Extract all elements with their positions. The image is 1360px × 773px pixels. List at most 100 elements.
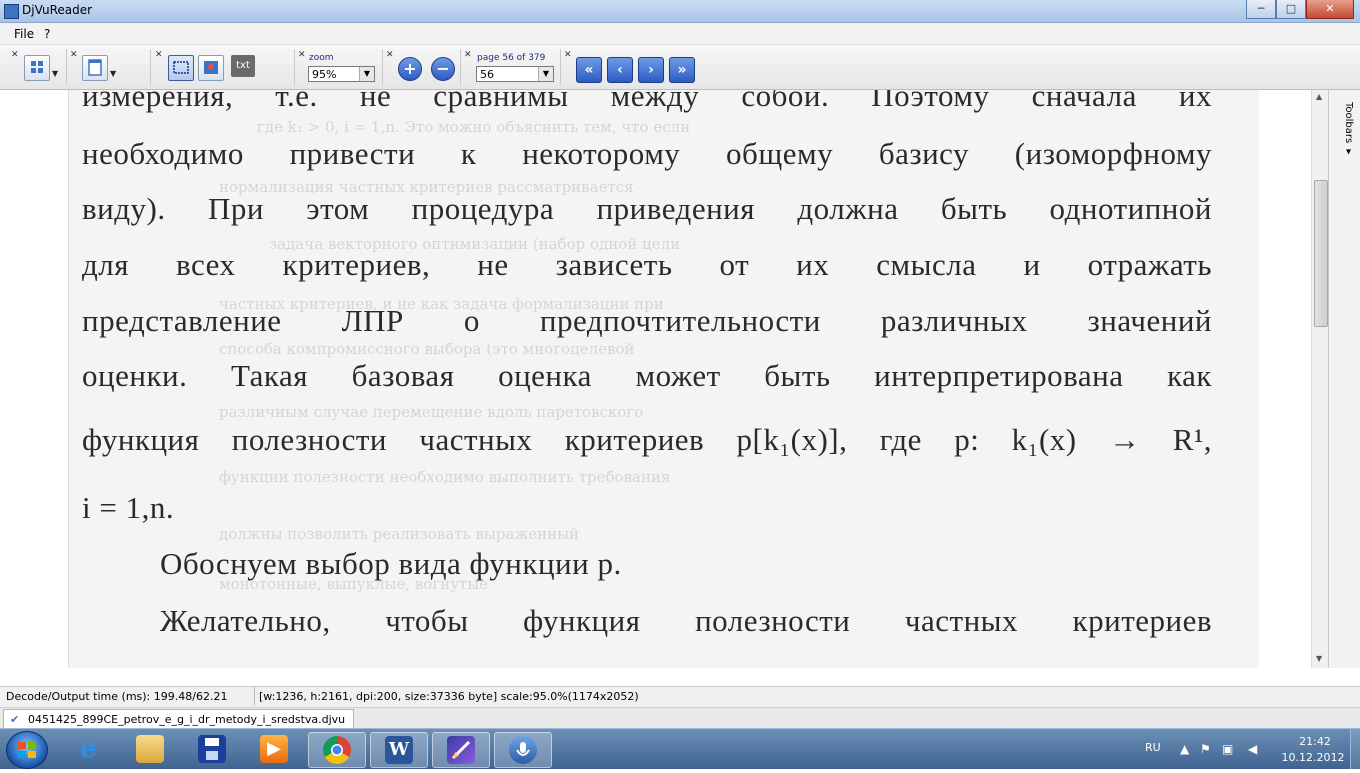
taskbar-app-djvu-reader[interactable] bbox=[432, 732, 490, 768]
clock-time[interactable]: 21:42 bbox=[1290, 735, 1340, 748]
document-info: [w:1236, h:2161, dpi:200, size:37336 byt… bbox=[254, 687, 639, 705]
document-text-line: Желательно, чтобы функция полезности час… bbox=[160, 603, 1212, 638]
windows-logo-icon bbox=[18, 742, 36, 758]
toolbars-tab[interactable]: Toolbars ▾ bbox=[1336, 102, 1354, 172]
toolbar-separator bbox=[66, 49, 67, 85]
toolbar-separator bbox=[150, 49, 151, 85]
close-button[interactable]: ✕ bbox=[1306, 0, 1354, 19]
toolbar-separator bbox=[382, 49, 383, 85]
chevron-down-icon[interactable]: ▼ bbox=[110, 69, 116, 78]
menu-file[interactable]: File bbox=[14, 27, 34, 41]
toolbar-close-icon[interactable]: ✕ bbox=[464, 50, 472, 60]
scroll-up-icon[interactable]: ▲ bbox=[1316, 92, 1322, 101]
toolbar-close-icon[interactable]: ✕ bbox=[298, 50, 306, 60]
app-icon bbox=[4, 4, 19, 19]
side-panel: Toolbars ▾ bbox=[1328, 90, 1360, 668]
maximize-button[interactable]: □ bbox=[1276, 0, 1306, 19]
layout-button[interactable] bbox=[24, 55, 50, 81]
page-label: page 56 of 379 bbox=[477, 53, 546, 63]
selection-icon bbox=[173, 61, 189, 74]
document-text-line: i = 1,n. bbox=[82, 490, 175, 525]
zoom-out-button[interactable]: − bbox=[431, 57, 455, 81]
zoom-select[interactable]: 95% ▼ bbox=[308, 66, 375, 82]
toolbar-close-icon[interactable]: ✕ bbox=[386, 50, 394, 60]
bleed-text: где k₁ > 0, i = 1,n. Это можно объяснить… bbox=[257, 118, 691, 136]
document-tab[interactable]: ✔ 0451425_899CE_petrov_e_g_i_dr_metody_i… bbox=[3, 709, 355, 729]
prev-page-button[interactable]: ‹ bbox=[607, 57, 633, 83]
document-text-line: для всех критериев, не зависеть от их см… bbox=[82, 247, 1212, 282]
page-select[interactable]: 56 ▼ bbox=[476, 66, 554, 82]
microphone-icon bbox=[509, 736, 537, 764]
minimize-button[interactable]: ─ bbox=[1246, 0, 1276, 19]
zoom-in-button[interactable]: + bbox=[398, 57, 422, 81]
title-bar: DjVuReader ─ □ ✕ bbox=[0, 0, 1360, 23]
decode-time: Decode/Output time (ms): 199.48/62.21 bbox=[6, 690, 228, 703]
toolbar: ✕ ▼ ✕ ▼ ✕ txt ✕ zoom 95% ▼ ✕ + − ✕ page … bbox=[0, 45, 1360, 90]
taskbar-app-chrome[interactable] bbox=[308, 732, 366, 768]
document-text-line: оценки. Такая базовая оценка может быть … bbox=[82, 358, 1212, 393]
chevron-down-icon[interactable]: ▼ bbox=[538, 67, 553, 81]
taskbar: e ▶ W RU ▲ ⚑ ▣ ◀ 21:42 10.12.2012 bbox=[0, 728, 1360, 769]
document-viewer[interactable]: где k₁ > 0, i = 1,n. Это можно объяснить… bbox=[0, 90, 1328, 668]
first-page-button[interactable]: « bbox=[576, 57, 602, 83]
document-text-line: представление ЛПР о предпочтительности р… bbox=[82, 303, 1212, 338]
bleed-text: способа компромиссного выбора (это много… bbox=[219, 340, 635, 358]
taskbar-app-word[interactable]: W bbox=[370, 732, 428, 768]
document-text-line: необходимо привести к некоторому общему … bbox=[82, 136, 1212, 171]
action-center-flag-icon[interactable]: ⚑ bbox=[1200, 742, 1211, 756]
start-button[interactable] bbox=[6, 731, 48, 769]
status-bar: Decode/Output time (ms): 199.48/62.21 [w… bbox=[0, 686, 1360, 707]
toolbar-close-icon[interactable]: ✕ bbox=[11, 50, 19, 60]
document-tab-bar: ✔ 0451425_899CE_petrov_e_g_i_dr_metody_i… bbox=[0, 707, 1360, 729]
chevron-down-icon[interactable]: ▼ bbox=[52, 69, 58, 78]
select-region-button[interactable] bbox=[168, 55, 194, 81]
menu-help[interactable]: ? bbox=[44, 27, 50, 41]
grid-layout-icon bbox=[31, 61, 43, 73]
menu-bar: File ? bbox=[0, 23, 1360, 45]
language-indicator[interactable]: RU bbox=[1145, 741, 1161, 754]
chrome-icon bbox=[323, 736, 351, 764]
floppy-disk-icon bbox=[198, 735, 226, 763]
toolbar-close-icon[interactable]: ✕ bbox=[70, 50, 78, 60]
internet-explorer-icon: e bbox=[79, 734, 97, 764]
bleed-text: должны позволить реализовать выраженный bbox=[219, 525, 580, 543]
scrollbar-thumb[interactable] bbox=[1314, 180, 1328, 327]
document-text-line: функция полезности частных критериев p[k… bbox=[82, 422, 1212, 457]
last-page-button[interactable]: » bbox=[669, 57, 695, 83]
taskbar-app-media-player[interactable]: ▶ bbox=[246, 732, 302, 766]
next-page-button[interactable]: › bbox=[638, 57, 664, 83]
zoom-label: zoom bbox=[309, 53, 334, 63]
taskbar-app-file-explorer[interactable] bbox=[122, 732, 178, 766]
clock-date[interactable]: 10.12.2012 bbox=[1276, 751, 1350, 764]
document-text-line: виду). При этом процедура приведения дол… bbox=[82, 191, 1212, 226]
play-icon: ▶ bbox=[260, 735, 288, 763]
taskbar-app-internet-explorer[interactable]: e bbox=[60, 732, 116, 766]
folder-icon bbox=[136, 735, 164, 763]
word-icon: W bbox=[385, 736, 413, 764]
window-controls: ─ □ ✕ bbox=[1246, 0, 1354, 19]
tray-expand-icon[interactable]: ▲ bbox=[1180, 742, 1189, 756]
bleed-text: функции полезности необходимо выполнить … bbox=[219, 468, 671, 486]
image-icon bbox=[204, 61, 218, 74]
scroll-down-icon[interactable]: ▼ bbox=[1316, 654, 1322, 663]
page-value: 56 bbox=[480, 68, 494, 81]
network-icon[interactable]: ▣ bbox=[1222, 742, 1233, 756]
volume-icon[interactable]: ◀ bbox=[1248, 742, 1257, 756]
taskbar-app-speech[interactable] bbox=[494, 732, 552, 768]
text-mode-button[interactable]: txt bbox=[231, 55, 255, 77]
page-icon bbox=[88, 59, 102, 76]
vertical-scrollbar[interactable]: ▲ ▼ bbox=[1311, 90, 1328, 668]
djvu-reader-icon bbox=[447, 736, 475, 764]
taskbar-app-save-disk[interactable] bbox=[184, 732, 240, 766]
checkmark-icon: ✔ bbox=[10, 713, 20, 726]
document-tab-label: 0451425_899CE_petrov_e_g_i_dr_metody_i_s… bbox=[28, 713, 346, 726]
show-desktop-button[interactable] bbox=[1350, 729, 1360, 769]
chevron-down-icon[interactable]: ▼ bbox=[359, 67, 374, 81]
toolbar-separator bbox=[294, 49, 295, 85]
window-title: DjVuReader bbox=[22, 3, 93, 17]
toolbar-close-icon[interactable]: ✕ bbox=[564, 50, 572, 60]
image-mode-button[interactable] bbox=[198, 55, 224, 81]
zoom-value: 95% bbox=[312, 68, 337, 81]
toolbar-close-icon[interactable]: ✕ bbox=[155, 50, 163, 60]
page-view-button[interactable] bbox=[82, 55, 108, 81]
